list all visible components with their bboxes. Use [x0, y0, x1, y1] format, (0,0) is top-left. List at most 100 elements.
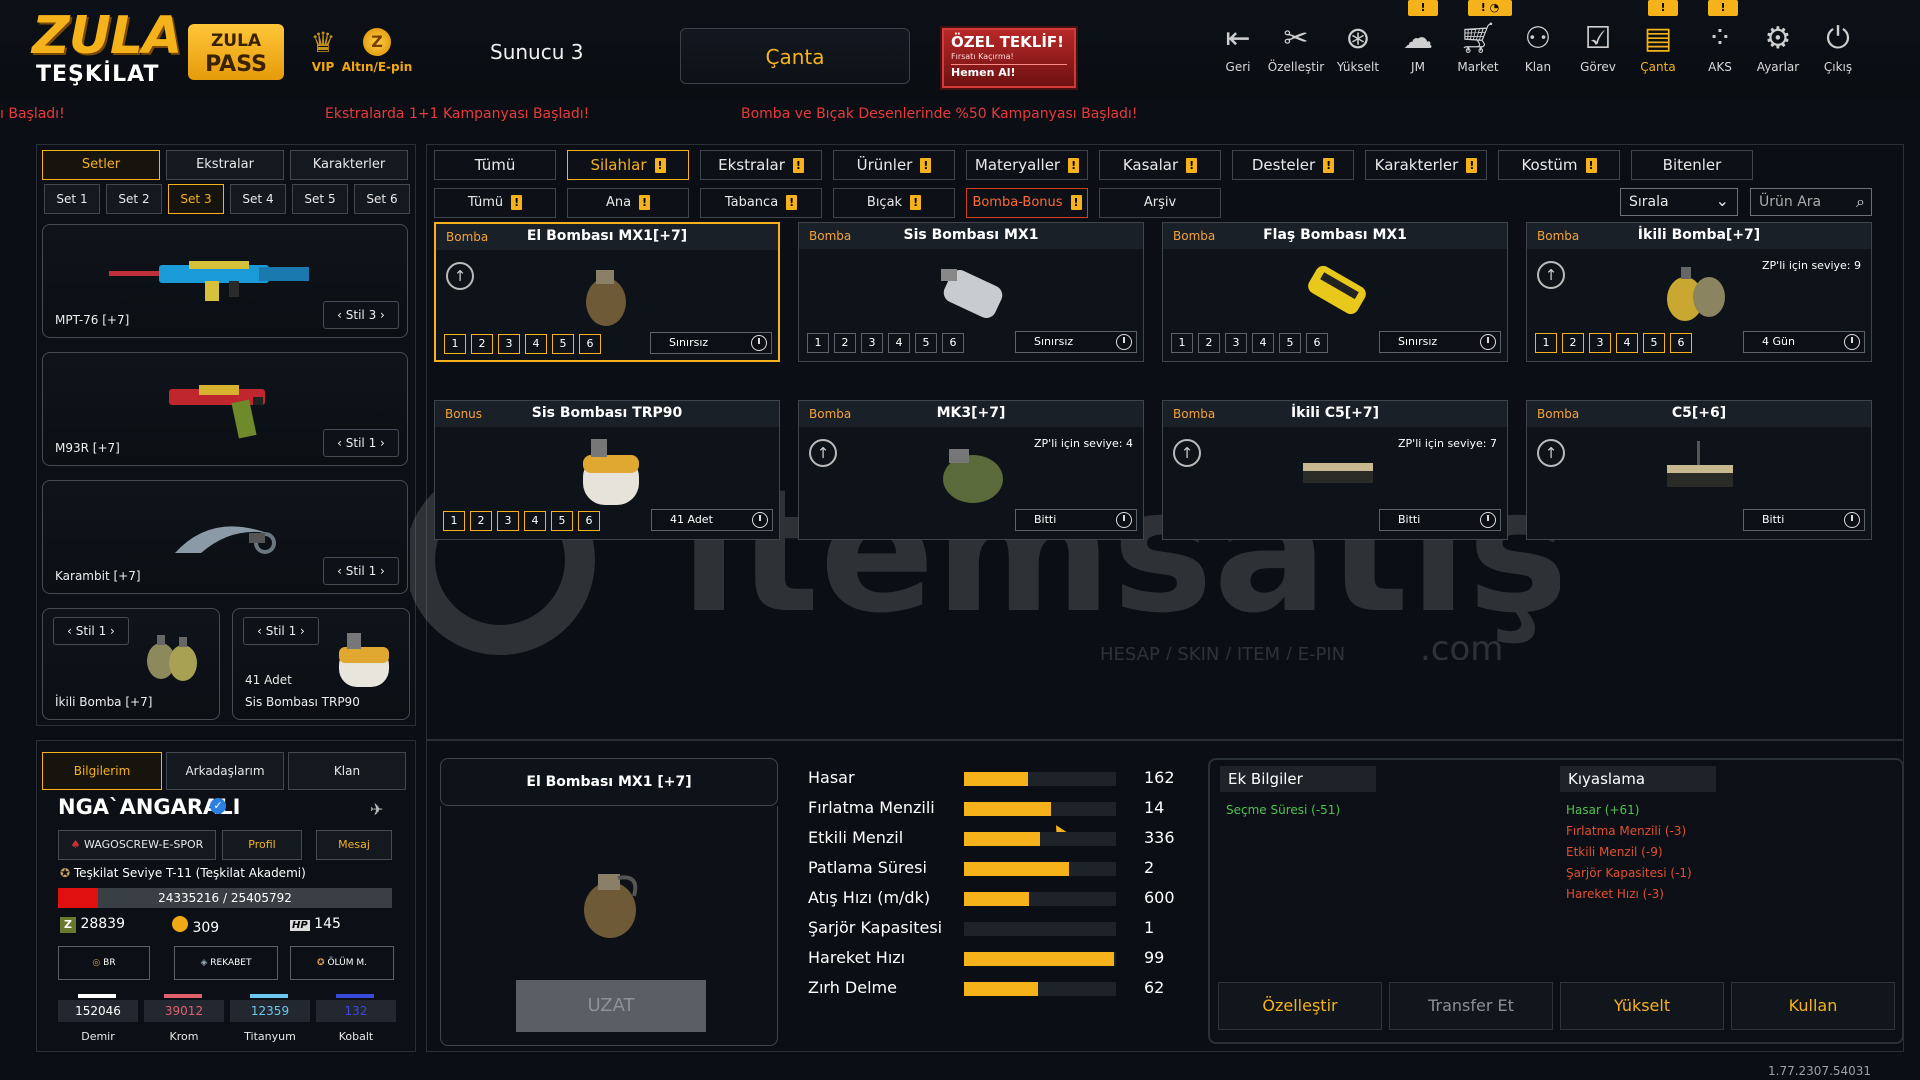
upgrade-arrow-icon[interactable]: ↑ [1173, 439, 1201, 467]
nav-chat[interactable]: ☁ JM [1388, 18, 1448, 88]
level-slot[interactable]: 3 [861, 333, 883, 353]
style-selector[interactable]: ‹ Stil 1 › [323, 557, 399, 585]
level-slot[interactable]: 2 [1198, 333, 1220, 353]
tab-arkadaslarim[interactable]: Arkadaşlarım [166, 752, 284, 790]
level-slot[interactable]: 1 [1171, 333, 1193, 353]
set-tab[interactable]: Set 5 [292, 184, 348, 214]
level-slot[interactable]: 5 [1643, 333, 1665, 353]
special-offer-banner[interactable]: ÖZEL TEKLİF! Fırsatı Kaçırma! Hemen Al! [942, 28, 1076, 88]
loadout-card-bomb-2[interactable]: ‹ Stil 1 › 41 Adet Sis Bombası TRP90 [232, 608, 410, 720]
level-slot[interactable]: 2 [470, 511, 492, 531]
level-slot[interactable]: 2 [471, 334, 493, 354]
style-selector[interactable]: ‹ Stil 1 › [323, 429, 399, 457]
loadout-card-knife[interactable]: Karambit [+7] ‹ Stil 1 › [42, 480, 408, 594]
nav-cart[interactable]: 🛒︎ Market [1448, 18, 1508, 88]
level-slot[interactable]: 4 [525, 334, 547, 354]
level-slot[interactable]: 3 [497, 511, 519, 531]
level-slot[interactable]: 5 [1279, 333, 1301, 353]
inventory-item[interactable]: Bomba MK3[+7] ↑ ZP'li için seviye: 4 Bit… [798, 400, 1144, 540]
nav-bag[interactable]: ▤ Çanta [1628, 18, 1688, 88]
filter-tab[interactable]: Materyaller! [966, 150, 1088, 180]
sort-select[interactable]: Sırala ⌄ [1620, 188, 1738, 216]
nav-upgrade[interactable]: ⊛ Yükselt [1328, 18, 1388, 88]
nav-people[interactable]: ⚇ Klan [1508, 18, 1568, 88]
zula-pass-button[interactable]: ZULA PASS [188, 24, 284, 80]
filter-tab[interactable]: Bitenler [1631, 150, 1753, 180]
loadout-card-primary[interactable]: MPT-76 [+7] ‹ Stil 3 › [42, 224, 408, 338]
level-slot[interactable]: 4 [524, 511, 546, 531]
filter-tab[interactable]: Kasalar! [1099, 150, 1221, 180]
style-selector[interactable]: ‹ Stil 3 › [323, 301, 399, 329]
upgrade-arrow-icon[interactable]: ↑ [809, 439, 837, 467]
level-slot[interactable]: 1 [444, 334, 466, 354]
set-tab[interactable]: Set 4 [230, 184, 286, 214]
set-tab[interactable]: Set 2 [106, 184, 162, 214]
nav-back[interactable]: ⇤ Geri [1208, 18, 1268, 88]
filter-tab[interactable]: Kostüm! [1498, 150, 1620, 180]
br-button[interactable]: ◎ BR [58, 946, 150, 980]
style-selector[interactable]: ‹ Stil 1 › [243, 617, 319, 645]
subfilter-tab[interactable]: Arşiv [1099, 188, 1221, 218]
level-slot[interactable]: 4 [1252, 333, 1274, 353]
tab-karakterler[interactable]: Karakterler [290, 150, 408, 180]
loadout-card-pistol[interactable]: M93R [+7] ‹ Stil 1 › [42, 352, 408, 466]
inventory-item[interactable]: Bomba İkili C5[+7] ↑ ZP'li için seviye: … [1162, 400, 1508, 540]
level-slot[interactable]: 6 [1306, 333, 1328, 353]
action-button[interactable]: Yükselt [1560, 982, 1724, 1030]
nav-dots[interactable]: ⁘ AKS [1690, 18, 1750, 88]
subfilter-tab[interactable]: Ana! [567, 188, 689, 218]
nav-gear[interactable]: ⚙ Ayarlar [1748, 18, 1808, 88]
nav-wrench[interactable]: ✂ Özelleştir [1266, 18, 1326, 88]
nav-power[interactable]: ⏻ Çıkış [1808, 18, 1868, 88]
level-slot[interactable]: 3 [1589, 333, 1611, 353]
set-tab[interactable]: Set 3 [168, 184, 224, 214]
level-slot[interactable]: 4 [1616, 333, 1638, 353]
subfilter-tab[interactable]: Tabanca! [700, 188, 822, 218]
filter-tab[interactable]: Ekstralar! [700, 150, 822, 180]
action-button[interactable]: Transfer Et [1389, 982, 1553, 1030]
bag-button[interactable]: Çanta [680, 28, 910, 84]
level-slot[interactable]: 1 [807, 333, 829, 353]
tab-klan[interactable]: Klan [288, 752, 406, 790]
filter-tab[interactable]: Tümü [434, 150, 556, 180]
olum-mac-button[interactable]: ✪ ÖLÜM M. [290, 946, 394, 980]
subfilter-tab[interactable]: Tümü! [434, 188, 556, 218]
tab-ekstralar[interactable]: Ekstralar [166, 150, 284, 180]
level-slot[interactable]: 2 [834, 333, 856, 353]
upgrade-arrow-icon[interactable]: ↑ [446, 262, 474, 290]
tab-setler[interactable]: Setler [42, 150, 160, 180]
set-tab[interactable]: Set 6 [354, 184, 410, 214]
subfilter-tab[interactable]: Bıçak! [833, 188, 955, 218]
filter-tab[interactable]: Ürünler! [833, 150, 955, 180]
filter-tab[interactable]: Desteler! [1232, 150, 1354, 180]
tab-bilgilerim[interactable]: Bilgilerim [42, 752, 162, 790]
nav-clipboard[interactable]: ☑ Görev [1568, 18, 1628, 88]
filter-tab[interactable]: Karakterler! [1365, 150, 1487, 180]
level-slot[interactable]: 1 [1535, 333, 1557, 353]
action-button[interactable]: Kullan [1731, 982, 1895, 1030]
upgrade-arrow-icon[interactable]: ↑ [1537, 439, 1565, 467]
level-slot[interactable]: 4 [888, 333, 910, 353]
clan-button[interactable]: ♠ WAGOSCREW-E-SPOR [58, 830, 216, 860]
level-slot[interactable]: 3 [1225, 333, 1247, 353]
inventory-item[interactable]: Bonus Sis Bombası TRP90 123456 41 Adet [434, 400, 780, 540]
gold-epin-button[interactable]: Z Altın/E-pin [340, 26, 414, 74]
filter-tab[interactable]: Silahlar! [567, 150, 689, 180]
action-button[interactable]: Özelleştir [1218, 982, 1382, 1030]
style-selector[interactable]: ‹ Stil 1 › [53, 617, 129, 645]
level-slot[interactable]: 1 [443, 511, 465, 531]
set-tab[interactable]: Set 1 [44, 184, 100, 214]
level-slot[interactable]: 6 [579, 334, 601, 354]
rekabet-button[interactable]: ◈ REKABET [174, 946, 278, 980]
level-slot[interactable]: 5 [551, 511, 573, 531]
level-slot[interactable]: 6 [578, 511, 600, 531]
subfilter-tab[interactable]: Bomba-Bonus! [966, 188, 1088, 218]
level-slot[interactable]: 3 [498, 334, 520, 354]
inventory-item[interactable]: Bomba Sis Bombası MX1 123456 Sınırsız [798, 222, 1144, 362]
inventory-item[interactable]: Bomba C5[+6] ↑ Bitti [1526, 400, 1872, 540]
inventory-item[interactable]: Bomba El Bombası MX1[+7] ↑ 123456 Sınırs… [434, 222, 780, 362]
extend-button[interactable]: UZAT [516, 980, 706, 1032]
level-slot[interactable]: 6 [942, 333, 964, 353]
level-slot[interactable]: 5 [552, 334, 574, 354]
level-slot[interactable]: 6 [1670, 333, 1692, 353]
